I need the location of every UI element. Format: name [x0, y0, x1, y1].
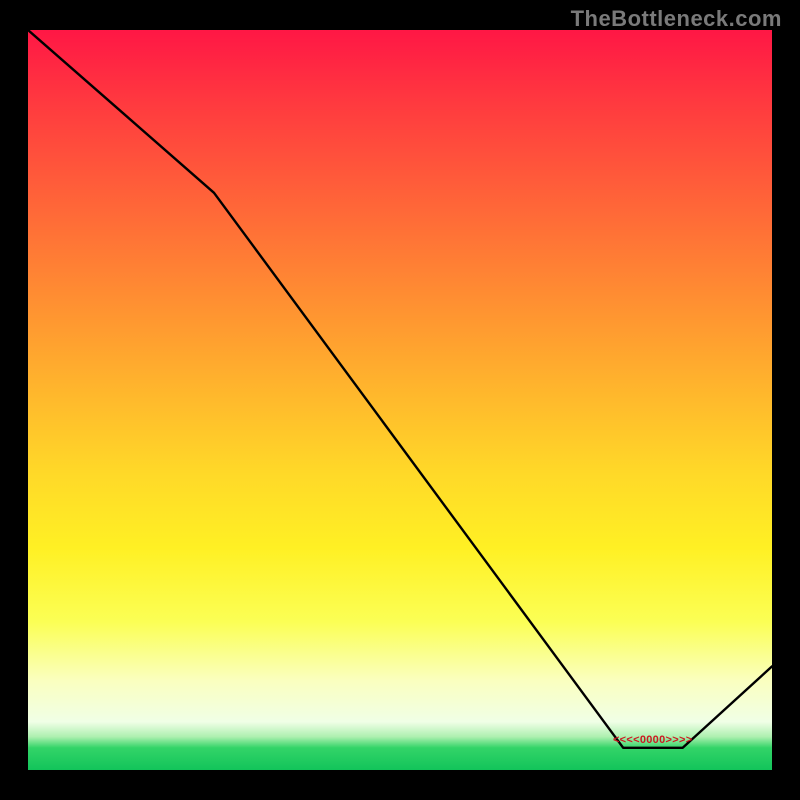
- plot-area: <<<<0000>>>>: [28, 30, 772, 770]
- bottleneck-curve: [28, 30, 772, 770]
- watermark-text: TheBottleneck.com: [571, 6, 782, 32]
- chart-container: TheBottleneck.com <<<<0000>>>>: [0, 0, 800, 800]
- bottleneck-label: <<<<0000>>>>: [613, 734, 692, 746]
